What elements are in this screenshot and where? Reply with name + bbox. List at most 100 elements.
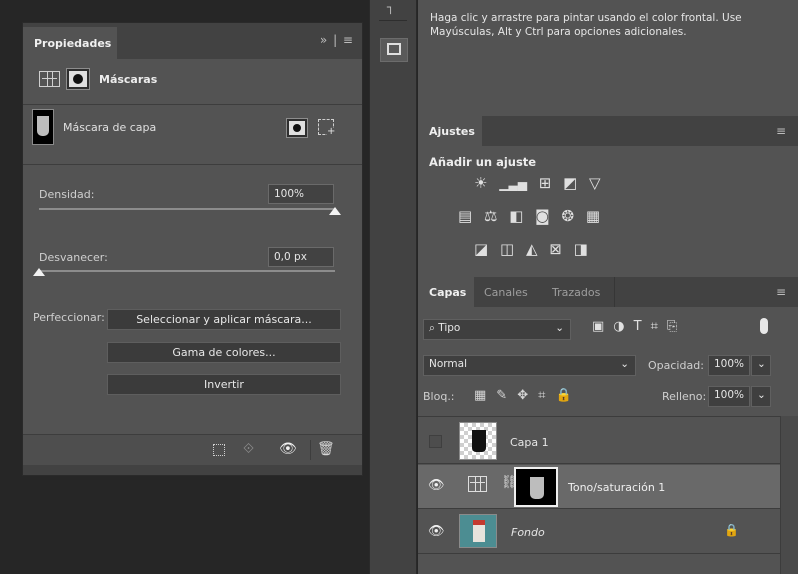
density-label: Densidad: bbox=[39, 188, 95, 201]
pixel-mask-icon[interactable] bbox=[39, 71, 60, 87]
opacity-dropdown[interactable]: ⌄ bbox=[751, 355, 771, 376]
feather-slider-track[interactable] bbox=[39, 270, 335, 272]
search-icon: ⌕ bbox=[429, 322, 435, 334]
tab-layers[interactable]: Capas bbox=[418, 277, 474, 307]
visibility-eye-icon[interactable]: 👁 bbox=[428, 524, 445, 539]
layer-thumbnail bbox=[459, 514, 497, 548]
levels-icon[interactable]: ▁▃▅ bbox=[499, 177, 527, 191]
panel-dock-strip: ┐ bbox=[369, 0, 417, 574]
lock-transparent-icon[interactable]: ▦ bbox=[474, 388, 496, 403]
adjustments-row-2: ▤ ⚖ ◧ ◙ ❂ ▦ bbox=[458, 207, 600, 225]
mask-label: Máscara de capa bbox=[63, 121, 157, 134]
layer-mask-icon[interactable] bbox=[66, 68, 90, 90]
layer-name[interactable]: Fondo bbox=[511, 526, 545, 539]
adjustments-menu-icon[interactable]: ≡ bbox=[776, 124, 786, 138]
fill-label: Relleno: bbox=[662, 390, 707, 403]
brightness-contrast-icon[interactable]: ☀ bbox=[474, 174, 487, 192]
tab-paths[interactable]: Trazados bbox=[552, 286, 600, 299]
properties-panel: Propiedades » | ≡ Máscaras Máscara de ca… bbox=[22, 22, 363, 476]
filter-smart-object-icon[interactable]: ⎘ bbox=[667, 319, 686, 334]
feather-slider-thumb[interactable] bbox=[33, 268, 45, 276]
color-range-button[interactable]: Gama de colores... bbox=[107, 342, 341, 363]
opacity-field[interactable]: 100% bbox=[708, 355, 750, 376]
mask-row: Máscara de capa + bbox=[23, 105, 362, 165]
curves-icon[interactable]: ⊞ bbox=[539, 174, 552, 192]
tool-tip-text: Haga clic y arrastre para pintar usando … bbox=[430, 12, 742, 38]
layer-thumbnail bbox=[459, 422, 497, 460]
select-and-mask-button[interactable]: Seleccionar y aplicar máscara... bbox=[107, 309, 341, 330]
layer-row[interactable]: 👁 ⛓ Tono/saturación 1 bbox=[418, 465, 780, 509]
filter-shape-icon[interactable]: ⌗ bbox=[651, 319, 667, 334]
add-vector-mask-icon[interactable]: + bbox=[318, 119, 335, 137]
density-slider-track[interactable] bbox=[39, 208, 335, 210]
visibility-eye-icon[interactable]: 👁 bbox=[428, 478, 445, 493]
threshold-icon[interactable]: ◭ bbox=[526, 240, 538, 258]
section-title: Máscaras bbox=[99, 73, 158, 86]
dock-top-icon[interactable]: ┐ bbox=[387, 0, 394, 14]
tab-channels[interactable]: Canales bbox=[484, 286, 528, 299]
hue-saturation-icon[interactable]: ▤ bbox=[458, 207, 472, 225]
feather-field[interactable]: 0,0 px bbox=[268, 247, 334, 267]
chevron-down-icon: ⌄ bbox=[555, 322, 564, 334]
lock-artboard-icon[interactable]: ⌗ bbox=[538, 388, 555, 403]
visibility-eye-icon[interactable]: 👁 bbox=[279, 441, 297, 457]
color-lookup-icon[interactable]: ▦ bbox=[586, 207, 600, 225]
layers-menu-icon[interactable]: ≡ bbox=[776, 285, 786, 299]
layer-name[interactable]: Tono/saturación 1 bbox=[568, 481, 665, 494]
vibrance-icon[interactable]: ▽ bbox=[589, 174, 601, 192]
filter-adjustment-icon[interactable]: ◑ bbox=[613, 319, 633, 334]
layer-name[interactable]: Capa 1 bbox=[510, 436, 549, 449]
select-pixel-mask-icon[interactable] bbox=[286, 118, 308, 138]
posterize-icon[interactable]: ◫ bbox=[500, 240, 514, 258]
layer-row[interactable]: 👁 Fondo 🔒 bbox=[418, 510, 780, 554]
photo-filter-icon[interactable]: ◙ bbox=[535, 207, 550, 225]
color-balance-icon[interactable]: ⚖ bbox=[484, 207, 497, 225]
black-white-icon[interactable]: ◧ bbox=[509, 207, 523, 225]
panel-menu-icon[interactable]: » | ≡ bbox=[320, 33, 354, 47]
blend-mode-value: Normal bbox=[429, 358, 467, 370]
layers-list: Capa 1 👁 ⛓ Tono/saturación 1 👁 Fondo 🔒 bbox=[418, 416, 780, 574]
density-slider-thumb[interactable] bbox=[329, 207, 341, 215]
tab-adjustments[interactable]: Ajustes bbox=[418, 116, 482, 146]
load-selection-icon[interactable] bbox=[213, 444, 225, 456]
lock-icon[interactable]: 🔒 bbox=[724, 523, 739, 537]
chevron-down-icon: ⌄ bbox=[620, 358, 629, 370]
blend-mode-select[interactable]: Normal ⌄ bbox=[423, 355, 636, 376]
exposure-icon[interactable]: ◩ bbox=[563, 174, 577, 192]
lock-all-icon[interactable]: 🔒 bbox=[555, 388, 581, 403]
layer-row[interactable]: Capa 1 bbox=[418, 420, 780, 464]
invert-adjust-icon[interactable]: ◪ bbox=[474, 240, 488, 258]
visibility-off-box[interactable] bbox=[429, 435, 442, 448]
mask-thumbnail[interactable] bbox=[32, 109, 54, 145]
lock-move-icon[interactable]: ✥ bbox=[517, 388, 538, 403]
gradient-map-icon[interactable]: ⊠ bbox=[549, 240, 562, 258]
layer-filter-icons: ▣◑T⌗⎘ bbox=[592, 319, 686, 334]
masks-header: Máscaras bbox=[23, 59, 362, 105]
fill-field[interactable]: 100% bbox=[708, 386, 750, 407]
apply-mask-icon[interactable]: ⟐ bbox=[243, 441, 254, 457]
adjustments-row-1: ☀ ▁▃▅ ⊞ ◩ ▽ bbox=[474, 174, 601, 192]
resize-grip[interactable] bbox=[23, 465, 362, 475]
filter-toggle-switch[interactable] bbox=[760, 318, 768, 334]
feather-label: Desvanecer: bbox=[39, 251, 108, 264]
fill-dropdown[interactable]: ⌄ bbox=[751, 386, 771, 407]
tool-presets-icon[interactable] bbox=[380, 38, 408, 62]
selective-color-icon[interactable]: ◨ bbox=[574, 240, 588, 258]
opacity-label: Opacidad: bbox=[648, 359, 704, 372]
properties-footer: ⟐ 👁 🗑 bbox=[23, 434, 362, 465]
adjustments-tab-bar: Ajustes ≡ bbox=[418, 116, 798, 146]
channel-mixer-icon[interactable]: ❂ bbox=[562, 207, 575, 225]
trash-icon[interactable]: 🗑 bbox=[317, 441, 335, 457]
filter-kind-value: Tipo bbox=[438, 322, 461, 334]
layers-scrollbar[interactable] bbox=[780, 416, 798, 574]
density-field[interactable]: 100% bbox=[268, 184, 334, 204]
filter-pixel-icon[interactable]: ▣ bbox=[592, 319, 613, 334]
tab-properties[interactable]: Propiedades bbox=[23, 27, 117, 59]
lock-brush-icon[interactable]: ✎ bbox=[496, 388, 517, 403]
filter-type-icon[interactable]: T bbox=[634, 319, 651, 334]
layer-mask-thumbnail[interactable] bbox=[514, 467, 558, 507]
layer-filter-select[interactable]: ⌕ Tipo ⌄ bbox=[423, 319, 571, 340]
invert-button[interactable]: Invertir bbox=[107, 374, 341, 395]
lock-icons: ▦✎✥⌗🔒 bbox=[474, 388, 582, 403]
properties-tab-bar: Propiedades » | ≡ bbox=[23, 23, 362, 59]
